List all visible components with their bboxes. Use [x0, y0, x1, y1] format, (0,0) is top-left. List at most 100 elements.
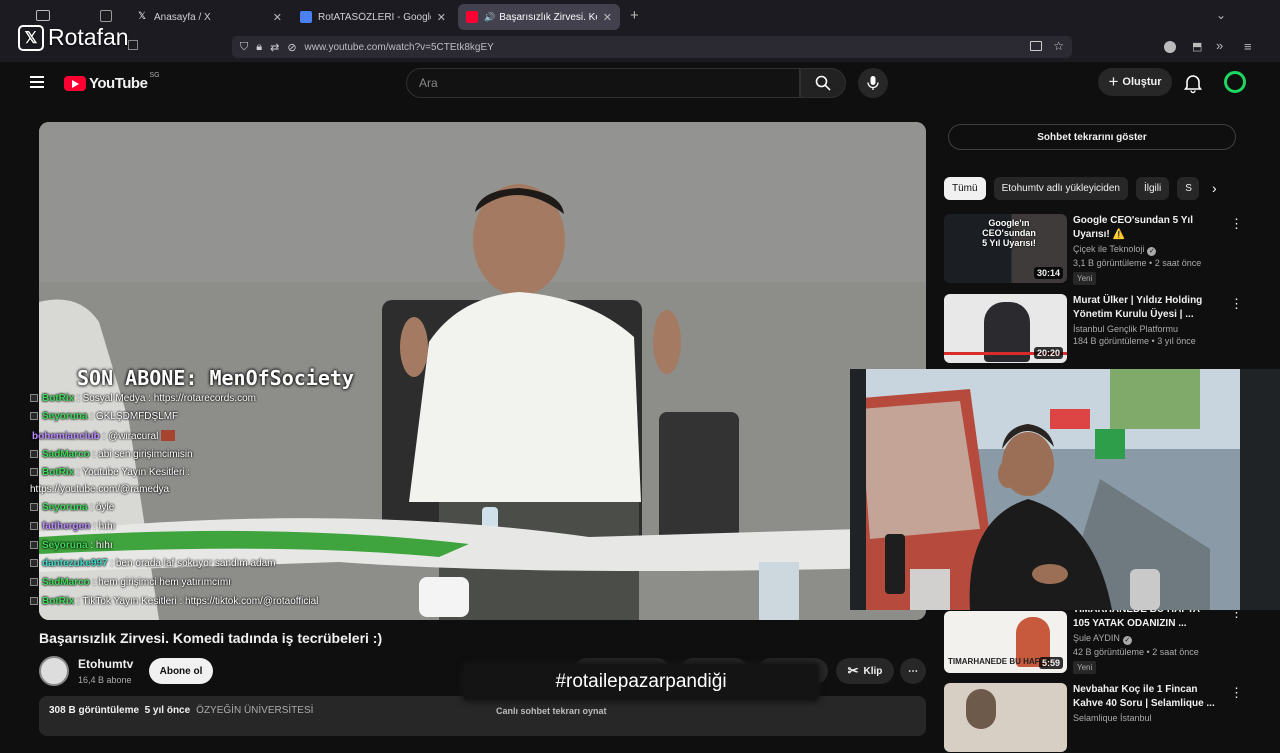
webcam-scene — [850, 369, 1280, 610]
show-chat-replay-button[interactable]: Sohbet tekrarını göster — [948, 124, 1236, 150]
chat-message: Seyoruna : GKLŞDMFDŞLMF — [30, 411, 178, 422]
badge-icon — [30, 578, 38, 586]
video-meta: 42 B görüntüleme • 2 saat önce — [1073, 647, 1199, 657]
video-duration: 5:59 — [1038, 657, 1063, 669]
more-horizontal-icon: ⋯ — [908, 665, 918, 677]
chat-username: SadMarco — [42, 577, 90, 588]
view-count: 308 B görüntüleme — [49, 705, 140, 716]
chat-username: BotRix — [42, 596, 75, 607]
chat-username: BotRix — [42, 467, 75, 478]
new-badge: Yeni — [1073, 272, 1097, 285]
extensions-icon[interactable]: ⬒ — [1192, 40, 1202, 53]
channel-name[interactable]: İstanbul Gençlik Platformu — [1073, 324, 1223, 334]
chat-text: : öyle — [90, 502, 115, 513]
badge-icon — [30, 503, 38, 511]
chevron-right-icon[interactable]: › — [1212, 180, 1217, 196]
chat-text: : ben orada laf sokuyor sandım adam — [110, 558, 276, 569]
description-box[interactable]: 308 B görüntüleme 5 yıl önce ÖZYEĞİN ÜNİV… — [39, 696, 926, 736]
recommended-video[interactable]: Nevbahar Koç ile 1 Fincan Kahve 40 Soru … — [944, 683, 1244, 753]
chat-text: : hem girişimci hem yatırımcımı — [92, 577, 231, 588]
more-options-icon[interactable]: ⋮ — [1230, 216, 1243, 232]
overflow-chevron-icon[interactable]: » — [1216, 38, 1223, 53]
chat-text: : GKLŞDMFDŞLMF — [90, 411, 179, 422]
verified-icon: ✓ — [1122, 636, 1132, 645]
bookmark-star-icon[interactable]: ☆ — [1053, 39, 1064, 53]
verified-icon: ✓ — [1147, 247, 1157, 256]
chat-replay-label: Sohbet tekrarını göster — [1037, 131, 1147, 143]
channel-name[interactable]: Etohumtv — [78, 657, 133, 671]
chat-message: https://youtube.com/@ramedya — [30, 484, 169, 495]
streamer-watermark: 𝕏 Rotafan — [18, 24, 129, 51]
description-channel: ÖZYEĞİN ÜNİVERSİTESİ — [196, 705, 314, 716]
streamer-webcam — [850, 369, 1280, 610]
account-avatar[interactable] — [1224, 71, 1246, 93]
recommended-video[interactable]: Google'ın CEO'sundan 5 Yıl Uyarısı! 30:1… — [944, 214, 1244, 286]
notifications-bell-icon[interactable] — [1182, 72, 1204, 94]
channel-avatar[interactable] — [39, 656, 69, 686]
chat-text: : @wiracural — [102, 431, 159, 442]
subscribe-button[interactable]: Abone ol — [149, 658, 213, 684]
video-thumbnail[interactable]: 20:20 — [944, 294, 1067, 363]
chat-message: Seyoruna : hıhı — [30, 540, 113, 551]
badge-icon — [30, 394, 38, 402]
chip-related[interactable]: İlgili — [1135, 177, 1170, 200]
thumbnail-caption: Google'ın CEO'sundan 5 Yıl Uyarısı! — [982, 218, 1036, 248]
badge-icon — [30, 450, 38, 458]
video-meta: 184 B görüntüleme • 3 yıl önce — [1073, 336, 1196, 346]
upload-age: 5 yıl önce — [144, 705, 191, 716]
chat-username: Seyoruna — [42, 540, 88, 551]
clip-button[interactable]: ✂ Klip — [836, 658, 894, 684]
chat-message: dantezuke997 : ben orada laf sokuyor san… — [30, 558, 275, 569]
new-badge: Yeni — [1073, 661, 1097, 674]
video-info: Google CEO'sundan 5 Yıl Uyarısı! ⚠️ Çiçe… — [1073, 214, 1223, 286]
chat-text: : abi sen girişimcimisin — [92, 449, 193, 460]
chat-message: SadMarco : hem girişimci hem yatırımcımı — [30, 577, 231, 588]
watermark-text: Rotafan — [48, 24, 129, 50]
voice-search-button[interactable] — [858, 68, 888, 98]
chip-from-uploader[interactable]: Etohumtv adlı yükleyiciden — [993, 177, 1128, 200]
chat-text: : Sosyal Medya : https://rotarecords.com — [77, 393, 256, 404]
chat-username: fatihergen — [42, 521, 91, 532]
chat-text: : hıhı — [93, 521, 116, 532]
plus-icon: + — [1108, 72, 1119, 91]
subscribe-label: Abone ol — [159, 665, 203, 677]
channel-name[interactable]: Şule AYDIN ✓ — [1073, 633, 1223, 645]
chat-message: BotRix : Sosyal Medya : https://rotareco… — [30, 393, 256, 404]
chat-text: : Youtube Yayın Kesitleri : — [77, 467, 191, 478]
chat-username: dantezuke997 — [42, 558, 108, 569]
more-actions-button[interactable]: ⋯ — [900, 658, 926, 684]
chat-overlay: BotRix : Sosyal Medya : https://rotareco… — [0, 0, 850, 620]
chip-more[interactable]: S — [1177, 177, 1200, 200]
live-chat-replay-link[interactable]: Canlı sohbet tekrarı oynat — [496, 706, 607, 716]
chip-all[interactable]: Tümü — [944, 177, 986, 200]
more-options-icon[interactable]: ⋮ — [1230, 685, 1243, 701]
picture-in-picture-icon[interactable] — [1030, 41, 1042, 51]
chat-username: Seyoruna — [42, 411, 88, 422]
video-title[interactable]: Murat Ülker | Yıldız Holding Yönetim Kur… — [1073, 294, 1223, 322]
video-title[interactable]: Nevbahar Koç ile 1 Fincan Kahve 40 Soru … — [1073, 683, 1223, 711]
recommended-video[interactable]: 20:20 Murat Ülker | Yıldız Holding Yönet… — [944, 294, 1244, 364]
chat-username: BotRix — [42, 393, 75, 404]
video-duration: 30:14 — [1033, 267, 1063, 279]
tab-list-chevron-icon[interactable]: ⌄ — [1216, 8, 1226, 22]
video-thumbnail[interactable] — [944, 683, 1067, 752]
recommended-video[interactable]: TIMARHANEDE BU HAF 5:59 TIMARHANEDE BU H… — [944, 603, 1244, 674]
video-thumbnail[interactable]: Google'ın CEO'sundan 5 Yıl Uyarısı! 30:1… — [944, 214, 1067, 283]
menu-icon[interactable]: ≡ — [1244, 39, 1252, 54]
channel-name[interactable]: Selamlique İstanbul — [1073, 713, 1223, 723]
thumbnail-caption: TIMARHANEDE BU HAF — [948, 657, 1040, 666]
video-title[interactable]: Google CEO'sundan 5 Yıl Uyarısı! ⚠️ — [1073, 214, 1223, 242]
x-logo-icon: 𝕏 — [18, 24, 44, 51]
channel-name[interactable]: Çiçek ile Teknoloji ✓ — [1073, 244, 1223, 256]
badge-icon — [30, 468, 38, 476]
filter-chips: Tümü Etohumtv adlı yükleyiciden İlgili S — [944, 177, 1207, 201]
create-button[interactable]: + Oluştur — [1098, 68, 1172, 96]
emote-icon — [161, 430, 176, 441]
video-thumbnail[interactable]: TIMARHANEDE BU HAF 5:59 — [944, 611, 1067, 673]
hashtag-banner: #rotailepazarpandiği — [464, 664, 818, 700]
more-options-icon[interactable]: ⋮ — [1230, 296, 1243, 312]
channel-label: Şule AYDIN — [1073, 633, 1120, 643]
chat-message: BotRix : TikTok Yayın Kesitleri : https:… — [30, 596, 318, 607]
account-icon[interactable] — [1164, 41, 1176, 53]
badge-icon — [30, 412, 38, 420]
